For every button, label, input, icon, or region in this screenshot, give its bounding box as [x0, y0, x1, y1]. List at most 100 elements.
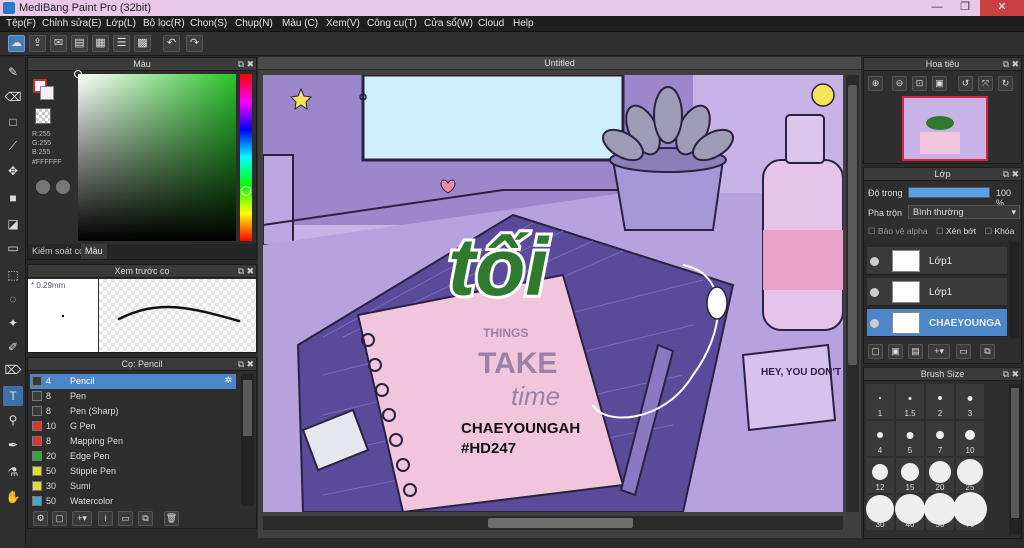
move-tool-icon[interactable]: ✥	[3, 161, 23, 181]
duplicate-layer-icon[interactable]: ⧉	[980, 344, 995, 359]
restore-button[interactable]: ❐	[951, 0, 979, 16]
menu-filter[interactable]: Bộ lọc(R)	[143, 18, 185, 29]
lock-checkbox[interactable]: ☐ Khóa	[985, 226, 1015, 236]
menu-edit[interactable]: Chỉnh sửa(E)	[42, 18, 102, 29]
opacity-slider[interactable]	[908, 187, 990, 198]
hue-slider[interactable]	[240, 74, 252, 241]
magic-wand-tool-icon[interactable]: ✦	[3, 313, 23, 333]
brush-tool-icon[interactable]: ✎	[3, 62, 23, 82]
brush-size-option[interactable]: 12	[866, 458, 894, 493]
menu-window[interactable]: Cửa sổ(W)	[424, 18, 473, 29]
rectangle-tool-icon[interactable]: □	[3, 112, 23, 132]
bucket-tool-icon[interactable]: ◪	[3, 214, 23, 234]
layer-row[interactable]: Lớp1	[867, 278, 1007, 306]
brush-list-item[interactable]: 10 G Pen	[30, 419, 236, 434]
brush-size-option[interactable]: 1	[866, 384, 894, 419]
close-panel-icon[interactable]: ✖	[246, 358, 254, 371]
popout-icon[interactable]: ⧉	[238, 265, 244, 278]
document-icon[interactable]: ▦	[92, 35, 109, 52]
cloud-icon[interactable]: ☁	[8, 35, 25, 52]
rotate-reset-icon[interactable]: ⤧	[978, 76, 993, 91]
rotate-left-icon[interactable]: ↺	[958, 76, 973, 91]
actual-size-icon[interactable]: ▣	[932, 76, 947, 91]
rotate-right-icon[interactable]: ↻	[998, 76, 1013, 91]
eye-icon[interactable]	[870, 257, 879, 266]
brush-size-option[interactable]: 50	[924, 493, 956, 530]
fill-rect-tool-icon[interactable]: ■	[3, 188, 23, 208]
color-sample-icon[interactable]	[56, 180, 70, 194]
minimize-button[interactable]: —	[923, 0, 951, 16]
layer-row[interactable]: Lớp1	[867, 247, 1007, 275]
close-panel-icon[interactable]: ✖	[1011, 168, 1019, 181]
brush-settings-icon[interactable]: ⚙	[33, 511, 48, 526]
popout-icon[interactable]: ⧉	[1003, 368, 1009, 381]
saturation-value-picker[interactable]	[74, 70, 236, 241]
operation-tool-icon[interactable]: ⚲	[3, 410, 23, 430]
brush-info-icon[interactable]: i	[98, 511, 113, 526]
eraser-tool-icon[interactable]: ⌫	[3, 87, 23, 107]
close-panel-icon[interactable]: ✖	[246, 58, 254, 71]
selection-pen-icon[interactable]: ✐	[3, 337, 23, 357]
brush-list-item[interactable]: 4 Pencil ✲	[30, 374, 236, 389]
tab-color[interactable]: Màu	[81, 244, 107, 259]
brush-size-option[interactable]: 20	[926, 458, 954, 493]
lasso-tool-icon[interactable]: ◌	[3, 289, 23, 309]
new-layer-icon[interactable]: ▢	[868, 344, 883, 359]
artwork-canvas[interactable]: THINGS TAKE time HEY, YOU DON'T GIVE UP,…	[263, 75, 843, 512]
menu-capture[interactable]: Chụp(N)	[235, 18, 273, 29]
delete-icon[interactable]: 🗑	[164, 511, 179, 526]
menu-select[interactable]: Chọn(S)	[190, 18, 227, 29]
brush-list-item[interactable]: 8 Pen (Sharp)	[30, 404, 236, 419]
brush-list-item[interactable]: 20 Edge Pen	[30, 449, 236, 464]
menu-file[interactable]: Tệp(F)	[6, 18, 36, 29]
menu-tools[interactable]: Công cụ(T)	[367, 18, 417, 29]
brush-list-scrollbar[interactable]	[241, 374, 254, 506]
close-panel-icon[interactable]: ✖	[1011, 58, 1019, 71]
layer-row-selected[interactable]: CHAEYOUNGA	[867, 309, 1007, 337]
canvas-horizontal-scrollbar[interactable]	[263, 516, 843, 530]
hand-tool-icon[interactable]: ✋	[3, 487, 23, 507]
select-tool-icon[interactable]: ⬚	[3, 265, 23, 285]
brush-size-option[interactable]: 5	[896, 421, 924, 456]
comment-icon[interactable]: ✉	[50, 35, 67, 52]
secondary-color-swatch[interactable]	[40, 86, 54, 100]
brush-size-option[interactable]: 25	[956, 458, 984, 493]
brush-size-option[interactable]: 15	[896, 458, 924, 493]
brush-list-item[interactable]: 50 Watercolor	[30, 494, 236, 509]
dropper-tool-icon[interactable]: ⚗	[3, 462, 23, 482]
layer-list-scrollbar[interactable]	[1010, 242, 1019, 338]
brush-list-item[interactable]: 8 Pen	[30, 389, 236, 404]
brush-size-option[interactable]: 4	[866, 421, 894, 456]
brush-size-option[interactable]: 2	[926, 384, 954, 419]
redo-icon[interactable]: ↷	[186, 35, 203, 52]
brush-settings-icon[interactable]: ✲	[224, 375, 232, 386]
close-button[interactable]: ✕	[980, 0, 1024, 16]
alpha-protect-checkbox[interactable]: ☐ Bảo vệ alpha	[868, 226, 928, 236]
menu-help[interactable]: Help	[513, 18, 534, 29]
brush-list-item[interactable]: 50 Stipple Pen	[30, 464, 236, 479]
add-layer-menu-icon[interactable]: +▾	[928, 344, 950, 359]
duplicate-icon[interactable]: ⧉	[138, 511, 153, 526]
brush-size-option[interactable]: 30	[866, 495, 894, 530]
undo-icon[interactable]: ↶	[163, 35, 180, 52]
close-panel-icon[interactable]: ✖	[1011, 368, 1019, 381]
text-tool-icon[interactable]: T	[3, 386, 23, 406]
menu-view[interactable]: Xem(V)	[326, 18, 360, 29]
share-icon[interactable]: ⇪	[29, 35, 46, 52]
brush-size-option[interactable]: 40	[895, 494, 925, 530]
canvas-tab[interactable]: Untitled	[258, 57, 861, 70]
new-brush-icon[interactable]: ▢	[52, 511, 67, 526]
new-8bit-layer-icon[interactable]: ▤	[908, 344, 923, 359]
canvas-vertical-scrollbar[interactable]	[846, 75, 859, 512]
popout-icon[interactable]: ⧉	[1003, 168, 1009, 181]
menu-cloud[interactable]: Cloud	[478, 18, 504, 29]
zoom-in-icon[interactable]: ⊕	[868, 76, 883, 91]
brush-size-scrollbar[interactable]	[1009, 384, 1021, 534]
brush-size-option[interactable]: 10	[956, 421, 984, 456]
tab-brush-control[interactable]: Kiểm soát cọ	[32, 246, 84, 256]
brush-size-option[interactable]: 3	[956, 384, 984, 419]
brush-list-item[interactable]: 30 Sumi	[30, 479, 236, 494]
eye-icon[interactable]	[870, 288, 879, 297]
menu-color[interactable]: Màu (C)	[282, 18, 318, 29]
chat-icon[interactable]: ▤	[71, 35, 88, 52]
